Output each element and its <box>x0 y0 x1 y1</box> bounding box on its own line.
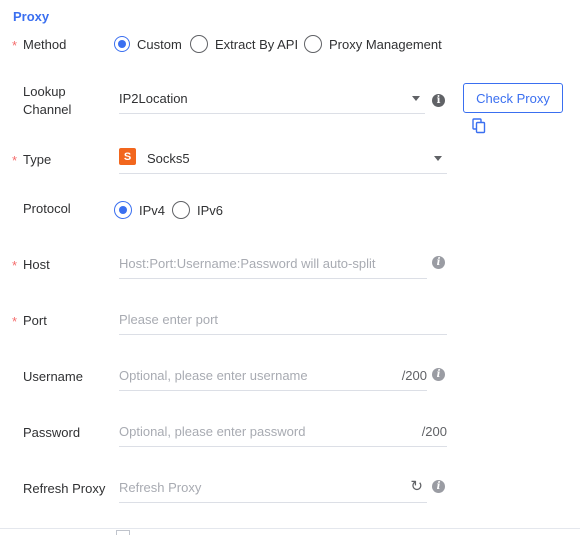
method-radio-extract-by-api[interactable]: Extract By API <box>190 35 298 53</box>
lookup-channel-label-line1: Lookup <box>23 84 66 99</box>
refresh-proxy-label: Refresh Proxy <box>23 481 106 496</box>
method-radio-custom[interactable]: Custom <box>114 36 182 52</box>
copy-icon[interactable] <box>472 118 486 137</box>
type-value: Socks5 <box>147 151 190 166</box>
host-label: Host <box>23 257 50 272</box>
section-title: Proxy <box>13 9 50 24</box>
password-placeholder: Optional, please enter password <box>119 424 306 439</box>
method-option-label: Proxy Management <box>329 36 442 52</box>
chevron-down-icon <box>434 156 442 161</box>
radio-circle-checked <box>114 36 130 52</box>
protocol-label: Protocol <box>23 201 71 216</box>
type-select[interactable]: S Socks5 <box>119 148 447 174</box>
port-input[interactable]: Please enter port <box>119 310 447 335</box>
password-char-counter: /200 <box>421 424 447 439</box>
refresh-proxy-placeholder: Refresh Proxy <box>119 480 202 495</box>
lookup-channel-select[interactable]: IP2Location <box>119 88 425 114</box>
refresh-proxy-input[interactable]: Refresh Proxy ↻ <box>119 478 427 503</box>
protocol-option-label: IPv6 <box>197 202 224 218</box>
required-mark: * <box>12 153 18 168</box>
radio-circle <box>304 35 322 53</box>
socks-icon: S <box>119 148 136 165</box>
info-icon: i <box>432 480 445 493</box>
method-option-label: Custom <box>137 36 182 52</box>
info-icon: i <box>432 368 445 381</box>
method-label: Method <box>23 37 67 52</box>
check-proxy-button[interactable]: Check Proxy <box>463 83 563 113</box>
protocol-radio-ipv6[interactable]: IPv6 <box>172 201 223 219</box>
method-option-label: Extract By API <box>215 36 299 52</box>
info-icon: i <box>432 94 445 107</box>
host-input[interactable]: Host:Port:Username:Password will auto-sp… <box>119 254 427 279</box>
username-label: Username <box>23 369 83 384</box>
info-icon: i <box>432 256 445 269</box>
refresh-icon[interactable]: ↻ <box>410 477 423 495</box>
radio-circle <box>172 201 190 219</box>
radio-circle-checked <box>114 201 132 219</box>
method-radio-proxy-management[interactable]: Proxy Management <box>304 35 442 53</box>
password-label: Password <box>23 425 81 440</box>
divider <box>0 528 580 529</box>
lookup-channel-label-line2: Channel <box>23 102 72 117</box>
password-input[interactable]: Optional, please enter password /200 <box>119 422 447 447</box>
port-label: Port <box>23 313 47 328</box>
chevron-down-icon <box>412 96 420 101</box>
protocol-radio-ipv4[interactable]: IPv4 <box>114 201 165 219</box>
required-mark: * <box>12 38 18 53</box>
required-mark: * <box>12 258 18 273</box>
host-placeholder: Host:Port:Username:Password will auto-sp… <box>119 256 376 271</box>
port-placeholder: Please enter port <box>119 312 219 327</box>
username-input[interactable]: Optional, please enter username /200 <box>119 366 427 391</box>
username-char-counter: /200 <box>401 368 427 383</box>
type-label: Type <box>23 152 52 167</box>
required-mark: * <box>12 314 18 329</box>
radio-circle <box>190 35 208 53</box>
checkbox-partial[interactable] <box>116 530 130 535</box>
protocol-option-label: IPv4 <box>139 202 166 218</box>
username-placeholder: Optional, please enter username <box>119 368 308 383</box>
lookup-channel-value: IP2Location <box>119 91 188 106</box>
